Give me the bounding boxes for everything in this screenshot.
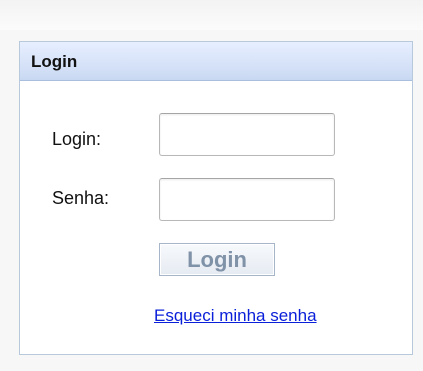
senha-label: Senha: — [52, 188, 110, 208]
forgot-password-link[interactable]: Esqueci minha senha — [154, 306, 317, 326]
login-button[interactable]: Login — [159, 243, 275, 276]
login-input[interactable] — [159, 113, 335, 156]
login-panel: Login Login: Senha: Login Esqueci minha … — [19, 41, 413, 355]
page-background — [0, 0, 423, 30]
login-panel-header: Login — [20, 42, 412, 81]
login-label: Login: — [52, 129, 102, 149]
senha-input[interactable] — [159, 178, 335, 221]
panel-title: Login — [31, 52, 78, 71]
